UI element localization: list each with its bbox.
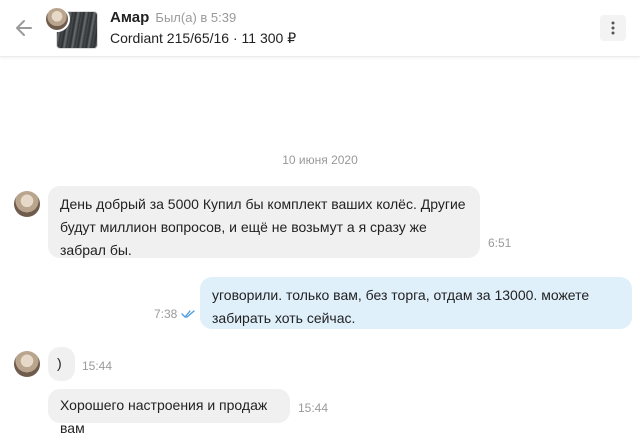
- chat-avatar-group[interactable]: [44, 5, 102, 51]
- message-text: День добрый за 5000 Купил бы комплект ва…: [60, 196, 466, 258]
- sender-avatar[interactable]: [14, 191, 40, 217]
- user-avatar: [44, 6, 70, 32]
- message-time: 15:44: [298, 401, 329, 415]
- more-vertical-icon: [611, 21, 615, 35]
- message-time: 6:51: [488, 236, 512, 250]
- chat-header: Амар Был(а) в 5:39 Cordiant 215/65/16 · …: [0, 0, 640, 57]
- more-menu-button[interactable]: [600, 15, 626, 41]
- message-text: ): [57, 355, 62, 371]
- message-time: 15:44: [82, 359, 113, 373]
- message-time: 7:38: [154, 307, 178, 321]
- message-bubble-incoming[interactable]: ): [48, 347, 75, 381]
- message-text: Хорошего настроения и продаж вам: [60, 397, 268, 436]
- listing-title[interactable]: Cordiant 215/65/16 · 11 300 ₽: [110, 30, 296, 47]
- message-bubble-incoming[interactable]: Хорошего настроения и продаж вам: [48, 389, 290, 436]
- chat-title: Амар Был(а) в 5:39: [110, 9, 236, 26]
- double-check-icon: [181, 310, 195, 318]
- message-text: уговорили. только вам, без торга, отдам …: [212, 287, 590, 326]
- contact-name[interactable]: Амар: [110, 9, 149, 26]
- arrow-left-icon: [16, 20, 32, 36]
- sender-avatar[interactable]: [14, 351, 40, 377]
- date-separator: 10 июня 2020: [282, 153, 358, 167]
- message-bubble-outgoing[interactable]: уговорили. только вам, без торга, отдам …: [200, 277, 632, 329]
- message-bubble-incoming[interactable]: День добрый за 5000 Купил бы комплект ва…: [48, 186, 480, 258]
- last-seen-status: Был(а) в 5:39: [155, 10, 237, 25]
- back-button[interactable]: [10, 14, 38, 42]
